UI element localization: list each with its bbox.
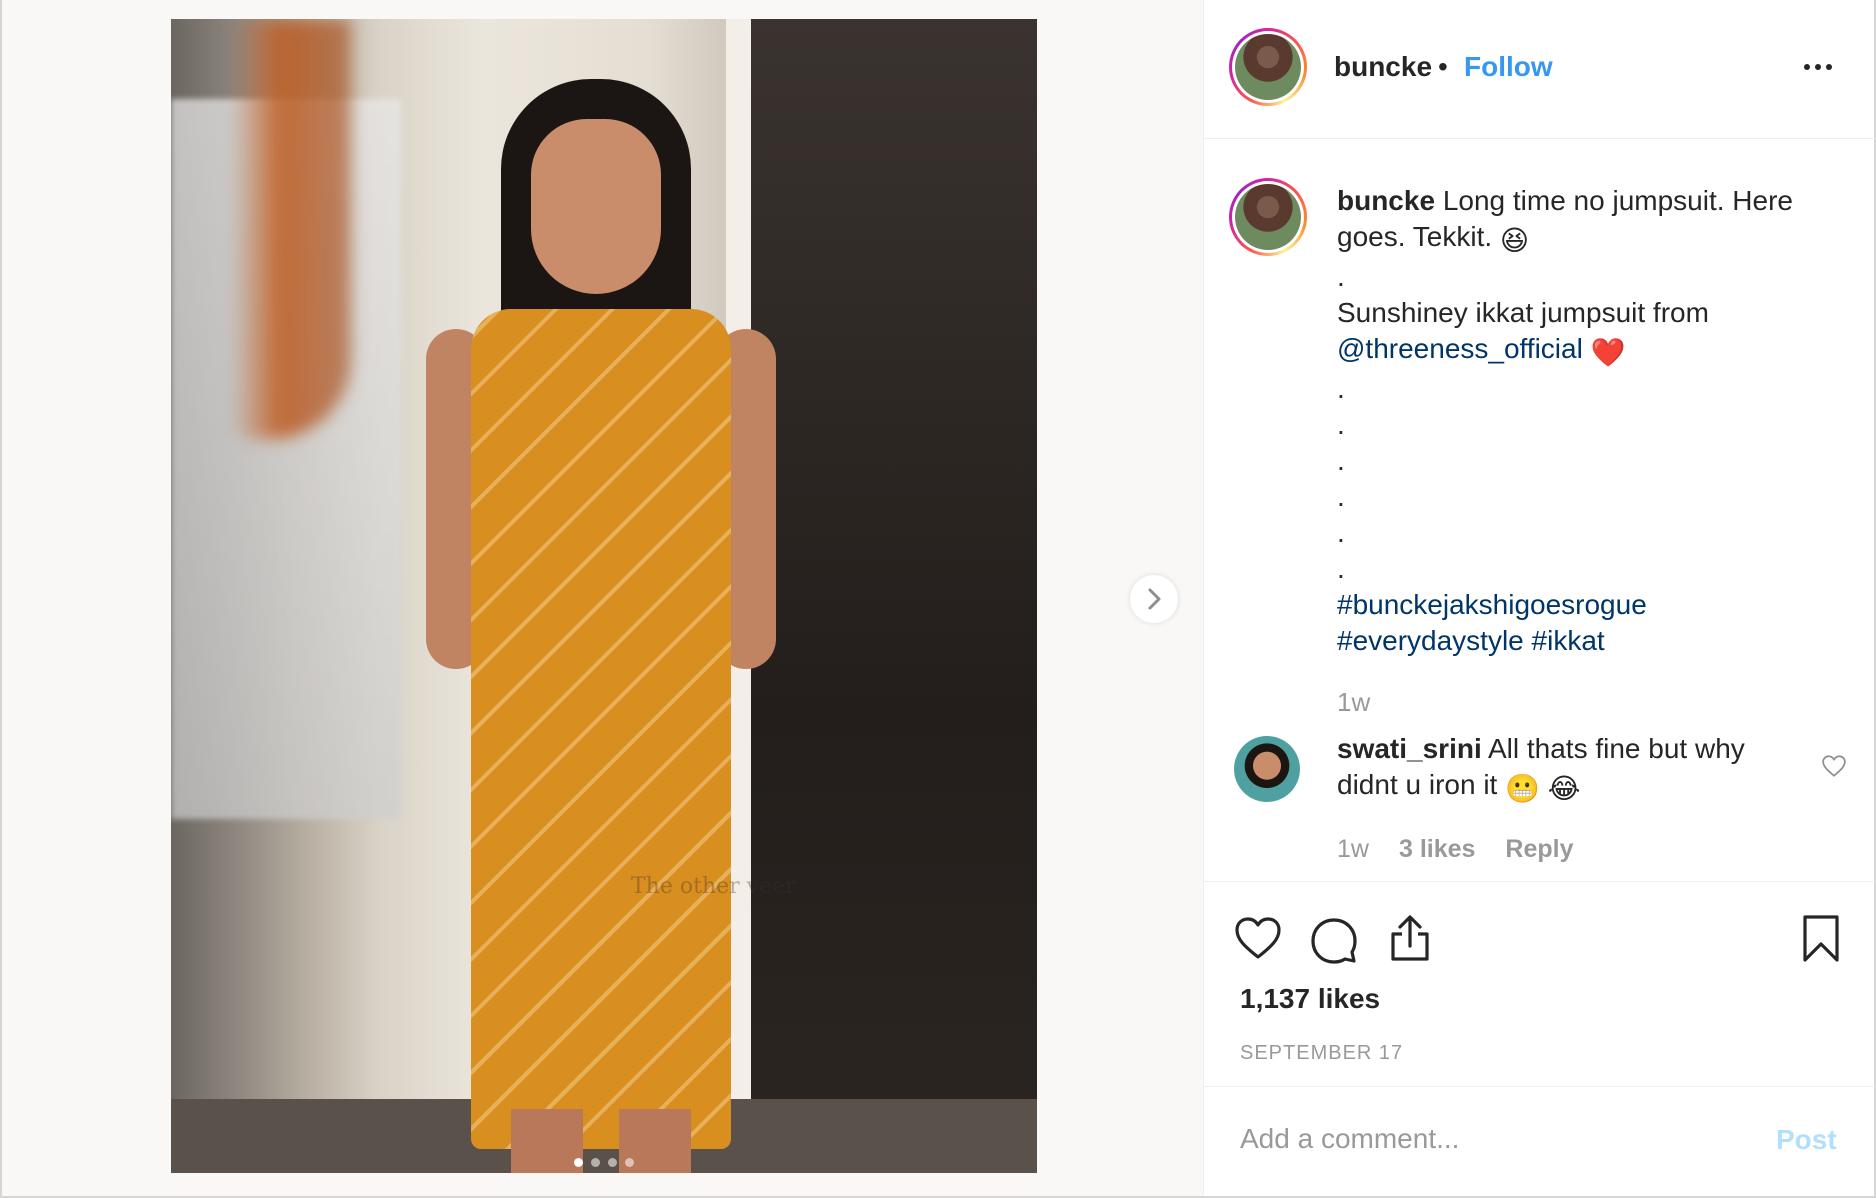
hashtag-link[interactable]: #everydaystyle: [1337, 625, 1524, 656]
post-caption: buncke Long time no jumpsuit. Here goes.…: [1337, 183, 1837, 659]
carousel-dots: [171, 1158, 1037, 1167]
commenter-avatar[interactable]: [1234, 736, 1300, 802]
caption-timestamp[interactable]: 1w: [1337, 687, 1370, 718]
comment-bubble-icon[interactable]: [1308, 912, 1360, 964]
action-bar: 1,137 likes SEPTEMBER 17: [1204, 881, 1875, 1086]
share-icon[interactable]: [1384, 912, 1436, 964]
caption-dot: .: [1337, 445, 1345, 476]
follow-button[interactable]: Follow: [1464, 51, 1553, 83]
caption-dot: .: [1337, 481, 1345, 512]
caption-dot: .: [1337, 553, 1345, 584]
caption-dot: .: [1337, 517, 1345, 548]
avatar-image: [1235, 34, 1301, 100]
comment-item: swati_srini All thats fine but why didnt…: [1337, 731, 1797, 807]
laughing-emoji-icon: 😆: [1499, 225, 1530, 256]
carousel-dot: [625, 1158, 634, 1167]
avatar-image: [1235, 184, 1301, 250]
caption-dot: .: [1337, 261, 1345, 292]
caption-text: Sunshiney ikkat jumpsuit from: [1337, 297, 1709, 328]
post-comment-button[interactable]: Post: [1776, 1124, 1837, 1156]
next-slide-button[interactable]: [1130, 575, 1178, 623]
comment-meta: 1w 3 likes Reply: [1337, 835, 1574, 864]
reply-button[interactable]: Reply: [1505, 835, 1573, 864]
comment-like-heart-icon[interactable]: [1821, 753, 1847, 779]
carousel-dot: [608, 1158, 617, 1167]
more-options-icon[interactable]: [1804, 52, 1840, 82]
comment-likes[interactable]: 3 likes: [1399, 835, 1475, 864]
photo-face: [531, 119, 661, 294]
caption-avatar[interactable]: [1229, 178, 1307, 256]
comment-timestamp[interactable]: 1w: [1337, 835, 1369, 864]
separator-bullet: •: [1438, 51, 1448, 82]
commenter-username[interactable]: swati_srini: [1337, 733, 1482, 764]
grimace-laugh-emoji-icon: 😬 😂: [1505, 773, 1581, 804]
photo-jumpsuit: [471, 309, 731, 1149]
photo-person: [401, 79, 781, 1173]
post-side-panel: buncke • Follow buncke Long time no jump…: [1203, 0, 1875, 1196]
photo-watermark: The other veer: [631, 874, 796, 899]
author-username[interactable]: buncke: [1334, 51, 1432, 83]
carousel-dot: [591, 1158, 600, 1167]
heart-icon[interactable]: [1232, 912, 1284, 964]
photo-doorway: [751, 19, 1037, 1173]
post-header: buncke • Follow: [1204, 0, 1875, 139]
comment-input[interactable]: [1240, 1119, 1720, 1159]
chevron-right-icon: [1148, 588, 1161, 610]
author-avatar[interactable]: [1229, 28, 1307, 106]
hashtag-link[interactable]: #ikkat: [1532, 625, 1605, 656]
post-date[interactable]: SEPTEMBER 17: [1240, 1042, 1403, 1065]
post-photo[interactable]: The other veer: [171, 19, 1037, 1173]
media-area: The other veer: [2, 0, 1203, 1196]
hashtag-link[interactable]: #bunckejakshigoesrogue: [1337, 589, 1647, 620]
red-heart-emoji-icon: ❤️: [1590, 337, 1626, 368]
bookmark-icon[interactable]: [1795, 912, 1847, 964]
likes-count[interactable]: 1,137 likes: [1240, 983, 1380, 1015]
add-comment-bar: Post: [1204, 1086, 1875, 1196]
caption-dot: .: [1337, 373, 1345, 404]
caption-dot: .: [1337, 409, 1345, 440]
carousel-dot-active: [574, 1158, 583, 1167]
comments-section[interactable]: buncke Long time no jumpsuit. Here goes.…: [1204, 139, 1875, 881]
caption-username[interactable]: buncke: [1337, 185, 1435, 216]
mention-link[interactable]: @threeness_official: [1337, 333, 1583, 364]
photo-curtain: [231, 19, 351, 439]
